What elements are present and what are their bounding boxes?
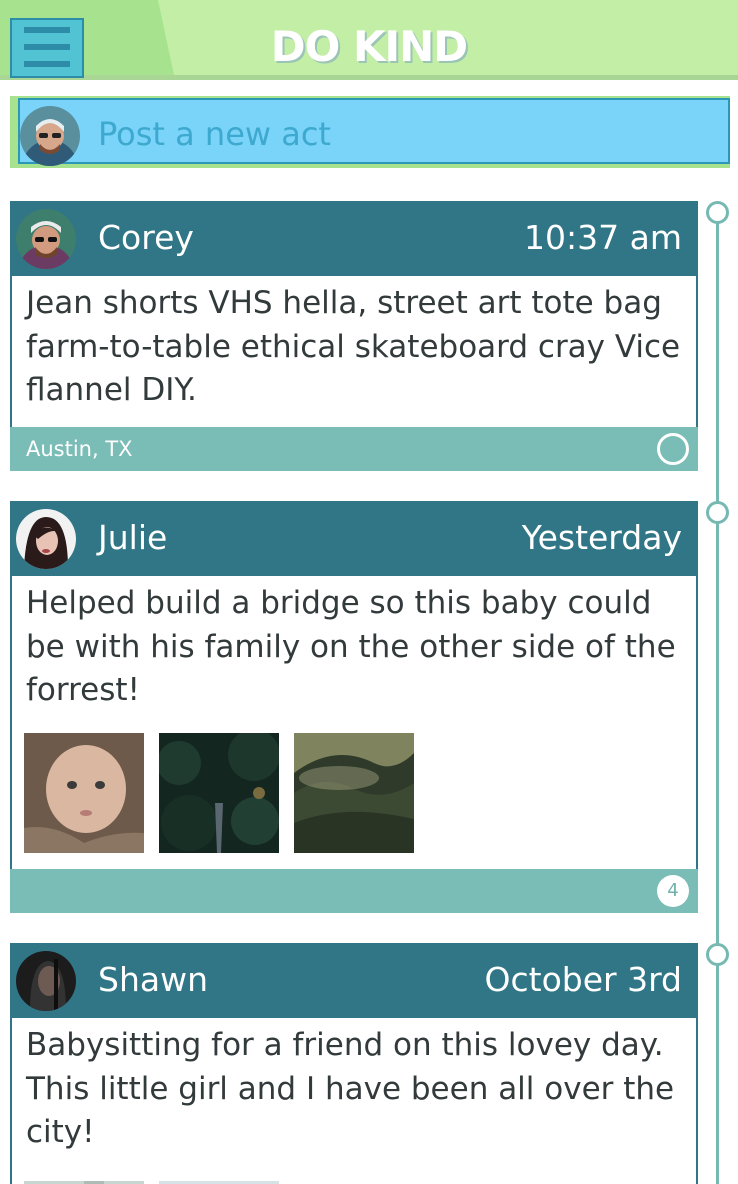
post-footer: Austin, TX (10, 427, 698, 471)
post-footer: 4 (10, 869, 698, 913)
post-header: Julie Yesterday (10, 501, 698, 576)
timeline-dot-icon (706, 501, 729, 524)
city-photo[interactable] (24, 1175, 144, 1184)
menu-button[interactable] (10, 18, 84, 78)
post-input[interactable] (86, 106, 722, 162)
post-timestamp: Yesterday (521, 518, 682, 557)
timeline-dot-icon (706, 201, 729, 224)
new-post-bar (10, 96, 730, 168)
current-user-avatar (20, 106, 80, 166)
post-header: Shawn October 3rd (10, 943, 698, 1018)
app-title: DO KIND (270, 22, 468, 71)
post-user-name[interactable]: Corey (98, 215, 194, 261)
post-text: Helped build a bridge so this baby could… (26, 585, 676, 708)
timeline-dot-icon (706, 943, 729, 966)
post-card[interactable]: Corey 10:37 am Jean shorts VHS hella, st… (10, 201, 698, 471)
post-body: Helped build a bridge so this baby could… (10, 576, 698, 869)
misty-forest-photo[interactable] (294, 733, 414, 853)
forest-path-photo[interactable] (159, 733, 279, 853)
post-text: Babysitting for a friend on this lovey d… (26, 1027, 675, 1150)
post-header: Corey 10:37 am (10, 201, 698, 276)
count-badge[interactable]: 4 (657, 875, 689, 907)
post-user-name[interactable]: Shawn (98, 957, 208, 1003)
timeline-line (716, 222, 719, 1184)
avatar[interactable] (16, 951, 76, 1011)
post-body: Babysitting for a friend on this lovey d… (10, 1018, 698, 1184)
new-post-box[interactable] (18, 98, 730, 166)
app-header: DO KIND (0, 0, 738, 80)
avatar[interactable] (16, 209, 76, 269)
post-location: Austin, TX (26, 437, 133, 461)
avatar[interactable] (16, 509, 76, 569)
post-body: Jean shorts VHS hella, street art tote b… (10, 276, 698, 427)
post-card[interactable]: Julie Yesterday Helped build a bridge so… (10, 501, 698, 913)
post-card[interactable]: Shawn October 3rd Babysitting for a frie… (10, 943, 698, 1184)
post-text: Jean shorts VHS hella, street art tote b… (26, 285, 681, 408)
empty-circle-icon[interactable] (657, 433, 689, 465)
post-timestamp: October 3rd (484, 960, 682, 999)
post-timestamp: 10:37 am (524, 218, 682, 257)
sky-photo[interactable] (159, 1175, 279, 1184)
post-user-name[interactable]: Julie (98, 515, 167, 561)
baby-photo[interactable] (24, 733, 144, 853)
